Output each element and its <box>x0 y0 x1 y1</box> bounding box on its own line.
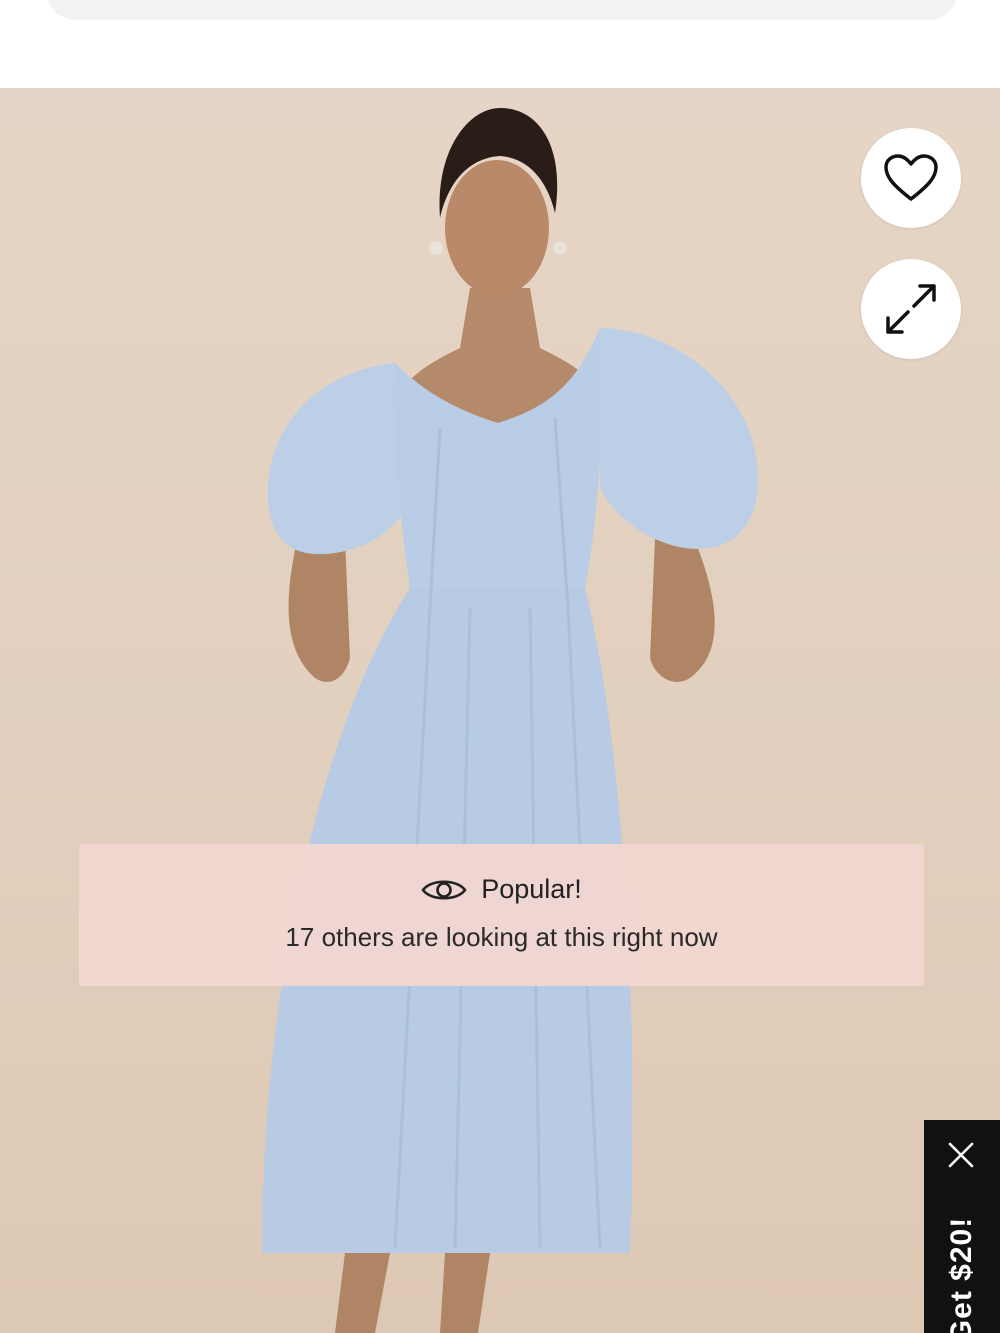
expand-arrows-icon <box>886 284 936 334</box>
promo-label: Get $20! <box>945 1216 978 1333</box>
expand-image-button[interactable] <box>861 259 961 359</box>
popular-title: Popular! <box>481 874 582 904</box>
product-image-gallery[interactable]: Popular! 17 others are looking at this r… <box>0 88 1000 1333</box>
product-page: Popular! 17 others are looking at this r… <box>0 0 1000 1333</box>
popular-title-row: Popular! <box>79 874 924 905</box>
popular-viewers-text: 17 others are looking at this right now <box>285 922 718 952</box>
product-photo <box>262 108 759 1333</box>
popular-notice-banner: Popular! 17 others are looking at this r… <box>79 844 924 986</box>
promo-tab[interactable]: Get $20! <box>924 1120 1000 1333</box>
heart-icon <box>884 154 938 201</box>
eye-icon <box>421 879 467 900</box>
wishlist-button[interactable] <box>861 128 961 228</box>
search-bar-bottom-edge[interactable] <box>46 0 958 20</box>
close-icon[interactable] <box>946 1140 976 1170</box>
